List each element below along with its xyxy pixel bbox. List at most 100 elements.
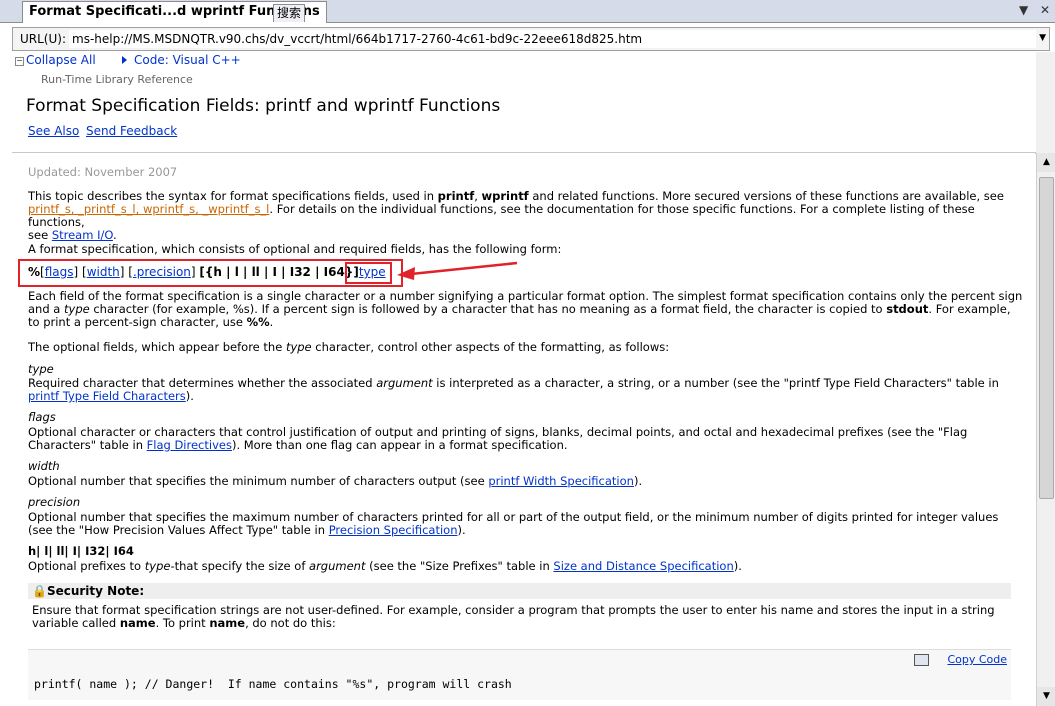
- topic-header: − Collapse All Code: Visual C++ Run-Time…: [12, 52, 1050, 154]
- width-desc-end: ).: [633, 474, 643, 488]
- intro-text: and related functions. More secured vers…: [528, 189, 1004, 203]
- type-field-term: type: [28, 362, 54, 376]
- url-dropdown-icon[interactable]: ▼: [1039, 33, 1046, 43]
- flags-desc-end: ). More than one flag can appear in a fo…: [231, 438, 568, 452]
- argument-term: argument: [309, 559, 366, 573]
- collapse-all-icon[interactable]: −: [15, 57, 24, 66]
- optional-fields-intro: The optional fields, which appear before…: [28, 341, 1032, 354]
- security-note-heading: Security Note:: [46, 584, 145, 598]
- code-language-arrow-icon[interactable]: [122, 56, 127, 64]
- security-note-title: 🔒Security Note:: [28, 583, 1011, 599]
- size-desc-end: ).: [733, 559, 742, 573]
- each-field-text: Each field of the format specification i…: [28, 289, 1023, 303]
- size-desc-text: Optional prefixes to: [28, 559, 145, 573]
- type-highlight: [345, 262, 392, 284]
- close-icon[interactable]: ✕: [1040, 3, 1050, 17]
- width-desc-text: Optional number that specifies the minim…: [28, 474, 489, 488]
- code-line: printf( name ); // Danger! If name conta…: [34, 677, 512, 691]
- printf-type-field-link[interactable]: printf Type Field Characters: [28, 389, 186, 403]
- type-term: type: [144, 559, 171, 573]
- width-field-description: Optional number that specifies the minim…: [28, 475, 1032, 488]
- precision-desc-end: ).: [457, 523, 466, 537]
- tab-label: 搜索: [277, 6, 302, 20]
- scrollbar-thumb[interactable]: [1039, 177, 1054, 499]
- period: .: [112, 228, 117, 242]
- type-term: type: [285, 340, 312, 354]
- flags-desc-text: Characters" table in: [28, 438, 147, 452]
- intro-text: This topic describes the syntax for form…: [28, 189, 438, 203]
- each-field-text: . For example,: [928, 302, 1011, 316]
- vertical-scrollbar[interactable]: ▲ ▼: [1036, 153, 1055, 706]
- copy-icon[interactable]: [914, 654, 929, 666]
- type-field-description: Required character that determines wheth…: [28, 377, 1032, 403]
- form-intro: A format specification, which consists o…: [28, 242, 562, 256]
- security-text: Ensure that format specification strings…: [32, 603, 995, 617]
- optional-text: character, control other aspects of the …: [311, 340, 670, 354]
- precision-desc-text: (see the "How Precision Values Affect Ty…: [28, 523, 329, 537]
- stream-io-link[interactable]: Stream I/O: [52, 228, 113, 242]
- precision-desc-text: Optional number that specifies the maxim…: [28, 510, 999, 524]
- flags-desc-text: Optional character or characters that co…: [28, 425, 968, 439]
- comma: ,: [474, 189, 482, 203]
- library-breadcrumb: Run-Time Library Reference: [41, 73, 193, 86]
- header-scroll-track: [1036, 52, 1055, 153]
- size-desc-text: (see the "Size Prefixes" table in: [365, 559, 554, 573]
- period: .: [269, 315, 274, 329]
- flags-field-term: flags: [28, 410, 56, 424]
- secure-versions-links[interactable]: printf_s, _printf_s_l, wprintf_s, _wprin…: [28, 202, 269, 216]
- type-desc-end: ).: [185, 389, 194, 403]
- copy-code-link[interactable]: Copy Code: [947, 653, 1007, 666]
- each-field-text: and a: [28, 302, 64, 316]
- size-desc-text: -that specify the size of: [170, 559, 310, 573]
- each-field-paragraph: Each field of the format specification i…: [28, 290, 1032, 329]
- optional-text: The optional fields, which appear before…: [28, 340, 286, 354]
- security-text: , do not do this:: [245, 616, 336, 630]
- wprintf-keyword: wprintf: [481, 189, 529, 203]
- type-desc-text: Required character that determines wheth…: [28, 376, 377, 390]
- code-snippet: Copy Code printf( name ); // Danger! If …: [28, 649, 1011, 700]
- size-prefix-description: Optional prefixes to type-that specify t…: [28, 560, 1032, 573]
- each-field-text: character (for example, %s). If a percen…: [89, 302, 887, 316]
- flags-field-description: Optional character or characters that co…: [28, 426, 1032, 452]
- type-desc-text: is interpreted as a character, a string,…: [432, 376, 999, 390]
- printf-keyword: printf: [437, 189, 475, 203]
- tab-strip: Format Specificati...d wprintf Functions…: [0, 0, 1055, 23]
- type-term: type: [64, 302, 90, 316]
- security-text: . To print: [155, 616, 210, 630]
- size-distance-link[interactable]: Size and Distance Specification: [553, 559, 733, 573]
- intro-text: see: [28, 228, 52, 242]
- annotation-arrow-icon: [397, 261, 518, 280]
- percent-percent: %%: [246, 315, 270, 329]
- tab-search[interactable]: 搜索: [273, 4, 306, 22]
- see-also-link[interactable]: See Also: [28, 124, 79, 138]
- precision-field-description: Optional number that specifies the maxim…: [28, 511, 1032, 537]
- lock-icon: 🔒: [32, 584, 47, 598]
- width-field-term: width: [28, 459, 60, 473]
- collapse-all-link[interactable]: Collapse All: [26, 53, 96, 67]
- code-language-selector[interactable]: Code: Visual C++: [134, 53, 241, 67]
- security-note-text: Ensure that format specification strings…: [32, 604, 1007, 630]
- security-text: variable called: [32, 616, 120, 630]
- name-variable: name: [119, 616, 156, 630]
- stdout-keyword: stdout: [886, 302, 929, 316]
- argument-term: argument: [376, 376, 433, 390]
- precision-field-term: precision: [28, 495, 81, 509]
- intro-paragraph: This topic describes the syntax for form…: [28, 190, 1032, 242]
- scroll-up-icon[interactable]: ▲: [1037, 153, 1055, 172]
- url-bar: URL(U): ms-help://MS.MSDNQTR.v90.chs/dv_…: [12, 27, 1050, 51]
- url-label: URL(U):: [20, 32, 66, 46]
- security-note: 🔒Security Note: Ensure that format speci…: [28, 583, 1011, 630]
- flag-directives-link[interactable]: Flag Directives: [147, 438, 232, 452]
- url-input[interactable]: ms-help://MS.MSDNQTR.v90.chs/dv_vccrt/ht…: [69, 30, 1036, 48]
- precision-specification-link[interactable]: Precision Specification: [329, 523, 458, 537]
- name-variable: name: [209, 616, 246, 630]
- scroll-down-icon[interactable]: ▼: [1037, 687, 1055, 706]
- updated-date: Updated: November 2007: [28, 165, 178, 179]
- each-field-text: to print a percent-sign character, use: [28, 315, 247, 329]
- topic-content: Updated: November 2007 This topic descri…: [12, 153, 1035, 706]
- printf-width-link[interactable]: printf Width Specification: [488, 474, 634, 488]
- size-prefix-term: h| l| ll| I| I32| I64: [28, 544, 134, 558]
- page-title: Format Specification Fields: printf and …: [26, 96, 501, 116]
- tab-list-dropdown-icon[interactable]: ▼: [1019, 3, 1028, 17]
- send-feedback-link[interactable]: Send Feedback: [86, 124, 177, 138]
